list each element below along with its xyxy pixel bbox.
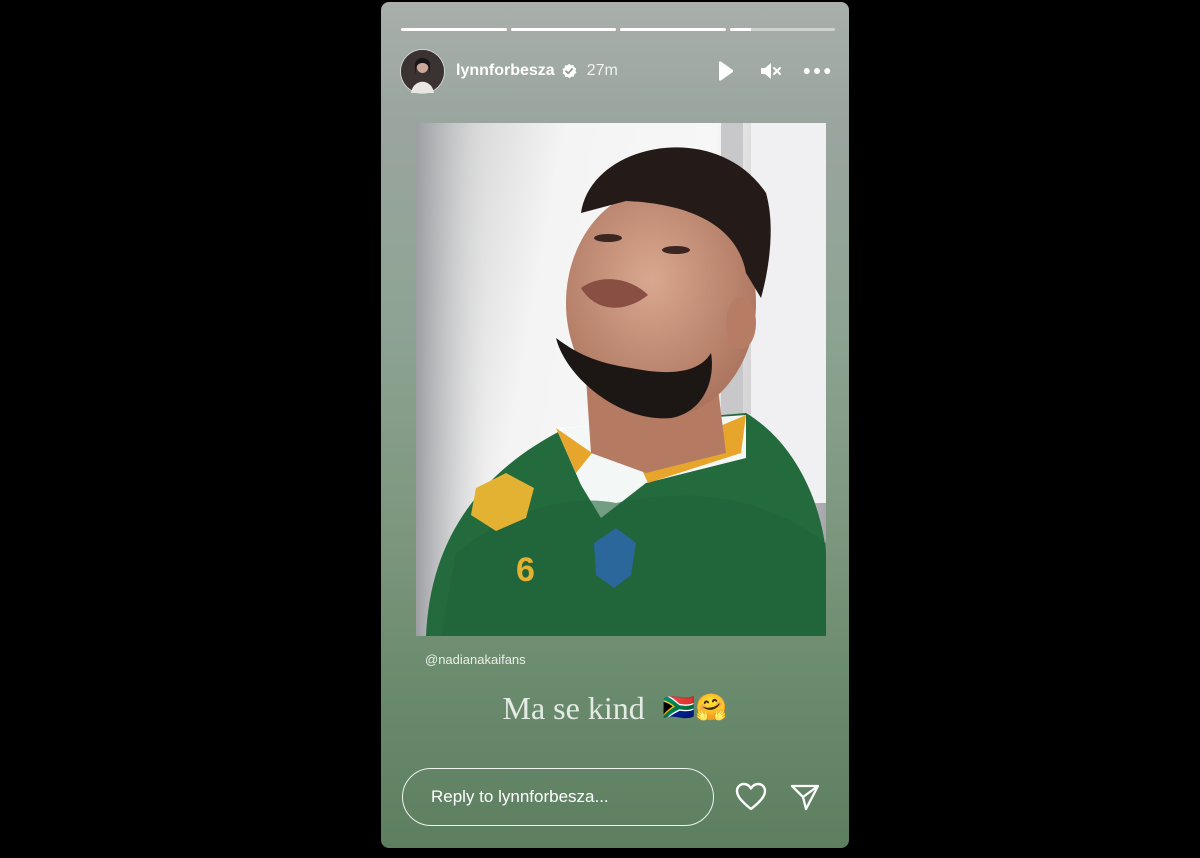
like-button[interactable] [734, 780, 768, 814]
post-time: 27m [586, 62, 618, 79]
play-button[interactable] [711, 57, 739, 85]
play-icon [719, 61, 734, 81]
avatar[interactable] [401, 49, 444, 93]
caption-text: Ma se kind [502, 690, 645, 726]
story-progress-bar [401, 28, 835, 31]
caption-emoji: 🇿🇦🤗 [662, 693, 728, 723]
progress-segment [401, 28, 507, 31]
verified-badge-icon [562, 63, 577, 79]
share-button[interactable] [788, 780, 822, 814]
unmute-button[interactable] [757, 57, 785, 85]
progress-segment [510, 28, 616, 31]
story-viewer: lynnforbesza 27m 6 @nadianakaifans Ma se… [381, 2, 849, 848]
progress-segment [620, 28, 726, 31]
jersey-number: 6 [516, 551, 535, 589]
heart-icon [735, 782, 767, 811]
story-caption: Ma se kind 🇿🇦🤗 [381, 690, 849, 727]
muted-speaker-icon [761, 63, 781, 79]
more-options-icon [803, 68, 831, 74]
reply-placeholder: Reply to lynnforbesza... [431, 787, 609, 806]
mention-tag[interactable]: @nadianakaifans [425, 652, 526, 667]
story-header: lynnforbesza 27m [401, 48, 831, 94]
username[interactable]: lynnforbesza [456, 62, 555, 80]
progress-segment [729, 28, 835, 31]
selfie-photo: 6 [416, 123, 826, 636]
more-options-button[interactable] [803, 57, 831, 85]
send-icon [790, 784, 820, 811]
reply-input[interactable]: Reply to lynnforbesza... [402, 768, 714, 826]
story-photo[interactable]: 6 [416, 123, 826, 636]
story-controls [711, 57, 831, 85]
